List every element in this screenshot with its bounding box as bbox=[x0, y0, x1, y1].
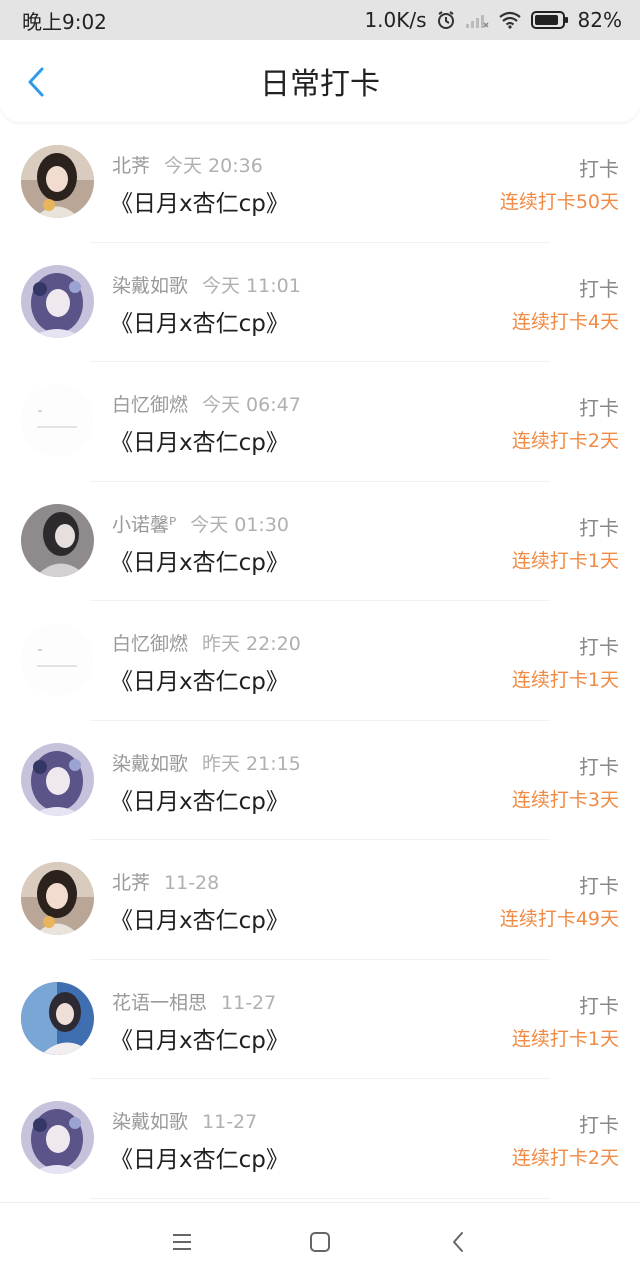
checkin-label: 打卡 bbox=[579, 1113, 619, 1137]
streak-text: 连续打卡2天 bbox=[511, 430, 619, 452]
streak-text: 连续打卡2天 bbox=[511, 1147, 619, 1169]
battery-percent: 82% bbox=[577, 8, 622, 32]
checkin-label: 打卡 bbox=[579, 754, 619, 779]
avatar[interactable] bbox=[21, 1101, 94, 1174]
checkin-label: 打卡 bbox=[579, 276, 619, 301]
menu-button[interactable] bbox=[169, 1229, 195, 1255]
record-meta: 小诺馨ᴾ 今天 01:30 bbox=[112, 510, 289, 537]
record-title: 《日月x杏仁cp》 bbox=[110, 1027, 289, 1054]
record-meta: 白忆御燃 今天 06:47 bbox=[112, 390, 301, 417]
record-meta: 白忆御燃 昨天 22:20 bbox=[112, 629, 301, 656]
record-title: 《日月x杏仁cp》 bbox=[110, 1147, 289, 1173]
page-title: 日常打卡 bbox=[260, 67, 380, 102]
header: 日常打卡 bbox=[0, 40, 640, 122]
system-nav-bar bbox=[0, 1202, 640, 1280]
record-time: 11-27 bbox=[202, 1111, 258, 1133]
avatar[interactable] bbox=[21, 264, 94, 338]
username[interactable]: 花语一相思 bbox=[112, 992, 207, 1014]
chevron-left-icon bbox=[28, 67, 44, 97]
username[interactable]: 小诺馨ᴾ bbox=[112, 514, 176, 536]
status-bar: 晚上9:02 1.0K/s 82% bbox=[0, 0, 640, 40]
avatar[interactable] bbox=[21, 623, 94, 696]
checkin-label: 打卡 bbox=[579, 874, 619, 898]
streak-text: 连续打卡1天 bbox=[511, 1027, 619, 1050]
status-icons: 1.0K/s 82% bbox=[364, 8, 622, 32]
record-time: 今天 20:36 bbox=[164, 155, 263, 177]
avatar[interactable] bbox=[21, 384, 94, 457]
username[interactable]: 北荠 bbox=[112, 155, 150, 177]
avatar[interactable] bbox=[21, 503, 94, 577]
record-time: 昨天 21:15 bbox=[202, 752, 301, 775]
record-meta: 染戴如歌 今天 11:01 bbox=[112, 271, 301, 298]
home-icon bbox=[310, 1231, 330, 1252]
record-meta: 染戴如歌 11-27 bbox=[112, 1107, 257, 1134]
record-title: 《日月x杏仁cp》 bbox=[110, 908, 289, 934]
username[interactable]: 白忆御燃 bbox=[112, 394, 188, 416]
record-meta: 北荠 11-28 bbox=[112, 868, 219, 895]
avatar[interactable] bbox=[21, 145, 94, 218]
streak-text: 连续打卡3天 bbox=[511, 788, 619, 811]
streak-text: 连续打卡50天 bbox=[499, 191, 619, 213]
streak-text: 连续打卡1天 bbox=[511, 669, 619, 691]
avatar[interactable] bbox=[21, 862, 94, 935]
username[interactable]: 北荠 bbox=[112, 872, 150, 894]
net-speed: 1.0K/s bbox=[364, 8, 427, 32]
username[interactable]: 白忆御燃 bbox=[112, 633, 188, 655]
record-title: 《日月x杏仁cp》 bbox=[110, 430, 289, 456]
alarm-icon bbox=[436, 10, 456, 30]
checkin-label: 打卡 bbox=[579, 396, 619, 420]
record-time: 11-27 bbox=[221, 991, 277, 1014]
home-button[interactable] bbox=[307, 1229, 333, 1255]
checkin-label: 打卡 bbox=[579, 157, 619, 181]
status-time: 晚上9:02 bbox=[22, 9, 107, 34]
record-meta: 染戴如歌 昨天 21:15 bbox=[112, 749, 301, 776]
record-title: 《日月x杏仁cp》 bbox=[110, 310, 289, 337]
list-item[interactable]: 白忆御燃 昨天 22:20 《日月x杏仁cp》 打卡 连续打卡1天 bbox=[0, 601, 640, 721]
checkin-label: 打卡 bbox=[579, 515, 619, 540]
record-time: 今天 01:30 bbox=[190, 513, 290, 536]
username[interactable]: 染戴如歌 bbox=[112, 275, 188, 297]
record-time: 11-28 bbox=[164, 872, 220, 894]
checkin-list: 北荠 今天 20:36 《日月x杏仁cp》 打卡 连续打卡50天 染戴如歌 今天 1… bbox=[0, 123, 640, 1199]
record-title: 《日月x杏仁cp》 bbox=[110, 788, 289, 815]
avatar[interactable] bbox=[21, 742, 94, 816]
record-time: 昨天 22:20 bbox=[202, 633, 301, 655]
list-item[interactable]: 染戴如歌 昨天 21:15 《日月x杏仁cp》 打卡 连续打卡3天 bbox=[0, 721, 640, 841]
streak-text: 连续打卡1天 bbox=[511, 549, 619, 572]
list-item[interactable]: 白忆御燃 今天 06:47 《日月x杏仁cp》 打卡 连续打卡2天 bbox=[0, 362, 640, 482]
list-item[interactable]: 染戴如歌 今天 11:01 《日月x杏仁cp》 打卡 连续打卡4天 bbox=[0, 243, 640, 363]
checkin-label: 打卡 bbox=[579, 993, 619, 1018]
streak-text: 连续打卡49天 bbox=[499, 908, 619, 930]
record-meta: 花语一相思 11-27 bbox=[112, 988, 276, 1015]
record-title: 《日月x杏仁cp》 bbox=[110, 549, 289, 576]
list-item[interactable]: 花语一相思 11-27 《日月x杏仁cp》 打卡 连续打卡1天 bbox=[0, 960, 640, 1080]
record-title: 《日月x杏仁cp》 bbox=[110, 191, 289, 217]
username[interactable]: 染戴如歌 bbox=[112, 753, 188, 775]
list-item[interactable]: 北荠 今天 20:36 《日月x杏仁cp》 打卡 连续打卡50天 bbox=[0, 123, 640, 243]
username[interactable]: 染戴如歌 bbox=[112, 1111, 188, 1133]
avatar[interactable] bbox=[21, 981, 94, 1055]
signal-icon bbox=[465, 11, 489, 29]
record-time: 今天 06:47 bbox=[202, 394, 301, 416]
battery-icon bbox=[530, 11, 569, 29]
back-button[interactable] bbox=[18, 64, 54, 100]
checkin-label: 打卡 bbox=[579, 635, 619, 659]
list-item[interactable]: 北荠 11-28 《日月x杏仁cp》 打卡 连续打卡49天 bbox=[0, 840, 640, 960]
streak-text: 连续打卡4天 bbox=[511, 310, 619, 333]
record-title: 《日月x杏仁cp》 bbox=[110, 669, 289, 695]
wifi-icon bbox=[498, 11, 522, 29]
menu-icon bbox=[173, 1233, 191, 1250]
list-item[interactable]: 小诺馨ᴾ 今天 01:30 《日月x杏仁cp》 打卡 连续打卡1天 bbox=[0, 482, 640, 602]
record-meta: 北荠 今天 20:36 bbox=[112, 151, 263, 178]
back-icon bbox=[453, 1231, 463, 1252]
back-nav-button[interactable] bbox=[445, 1229, 471, 1255]
list-item[interactable]: 染戴如歌 11-27 《日月x杏仁cp》 打卡 连续打卡2天 bbox=[0, 1079, 640, 1199]
record-time: 今天 11:01 bbox=[202, 274, 301, 297]
